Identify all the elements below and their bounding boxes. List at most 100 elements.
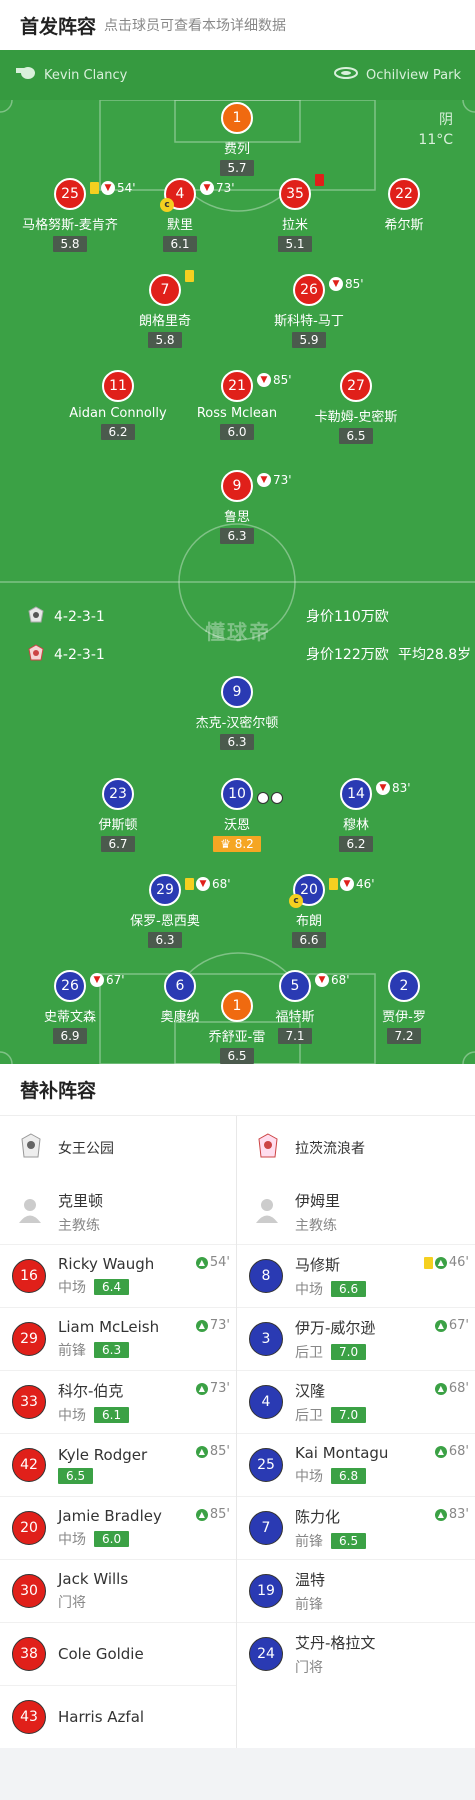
player-name: 费列: [223, 142, 250, 157]
sub-player-info: Jack Wills 门将: [58, 1570, 128, 1612]
sub-player-position: 前锋: [58, 1343, 86, 1359]
sub-player-row[interactable]: 3 伊万-威尔逊 后卫 7.0 ▲ 67': [237, 1307, 475, 1370]
home-subs-column: 女王公园 克里顿 主教练 16 Ricky Waugh 中场 6.4 ▲ 54' 29 Lia…: [0, 1116, 237, 1748]
player-number-text: 26: [61, 978, 79, 994]
sub-player-row[interactable]: 33 科尔-伯克 中场 6.1 ▲ 73': [0, 1370, 236, 1433]
sub-player-number: 42: [12, 1448, 46, 1482]
sub-player-details: 后卫 7.0: [295, 1405, 367, 1425]
player-number: 9: [221, 676, 253, 708]
sub-player-details: 前锋: [295, 1594, 325, 1614]
sub-player-row[interactable]: 29 Liam McLeish 前锋 6.3 ▲ 73': [0, 1307, 236, 1370]
sub-player-number: 24: [249, 1637, 283, 1671]
home-player[interactable]: 22 希尔斯: [334, 178, 474, 233]
sub-player-row[interactable]: 8 马修斯 中场 6.6 ▲ 46': [237, 1244, 475, 1307]
sub-off-icon: ▼: [257, 473, 271, 487]
player-events: [257, 792, 283, 804]
away-player[interactable]: 29 ▼ 68' 保罗-恩西奥 6.3: [95, 874, 235, 948]
sub-player-name: 温特: [295, 1570, 326, 1589]
sub-player-name: Harris Azfal: [58, 1708, 145, 1726]
player-number: 25 ▼ 54': [54, 178, 136, 210]
lineup-header: 首发阵容 点击球员可查看本场详细数据: [0, 0, 475, 50]
home-value: 身价110万欧: [306, 609, 389, 625]
away-formation-text: 4-2-3-1: [54, 647, 105, 663]
rating-value: 8.2: [234, 837, 254, 851]
sub-on-icon: ▲: [195, 1319, 208, 1332]
sub-off-icon: ▼: [90, 973, 104, 987]
home-player[interactable]: 7 朗格里奇 5.8: [95, 270, 235, 348]
sub-player-name: 伊万-威尔逊: [295, 1318, 376, 1337]
player-rating: 5.1: [278, 236, 312, 252]
sub-player-rating: 6.4: [94, 1279, 130, 1295]
player-number: 21 ▼ 85': [221, 370, 292, 402]
sub-player-details: 前锋 6.5: [295, 1531, 367, 1551]
player-name: 布朗: [295, 914, 322, 929]
sub-player-row[interactable]: 19 温特 前锋: [237, 1559, 475, 1622]
sub-player-details: 中场 6.4: [58, 1277, 154, 1297]
player-number-text: 35: [286, 186, 304, 202]
home-coach-row[interactable]: 克里顿 主教练: [0, 1180, 236, 1244]
player-name: 希尔斯: [384, 218, 424, 233]
home-player[interactable]: 27 卡勒姆-史密斯 6.5: [286, 370, 426, 444]
sub-player-row[interactable]: 4 汉隆 后卫 7.0 ▲ 68': [237, 1370, 475, 1433]
captain-icon: c: [160, 198, 174, 212]
home-player[interactable]: 9 ▼ 73' 鲁思 6.3: [167, 470, 307, 544]
home-player[interactable]: 1 费列 5.7: [167, 102, 307, 176]
sub-player-info: Harris Azfal: [58, 1708, 144, 1726]
away-team-row[interactable]: 拉茨流浪者: [237, 1116, 475, 1180]
sub-event: ▲ 73': [195, 1381, 230, 1396]
event-time: 68': [212, 877, 231, 891]
sub-player-number: 43: [12, 1700, 46, 1734]
sub-player-row[interactable]: 25 Kai Montagu 中场 6.8 ▲ 68': [237, 1433, 475, 1496]
sub-player-name: Cole Goldie: [58, 1645, 144, 1663]
player-events: [185, 270, 194, 282]
away-player[interactable]: 9 杰克-汉密尔顿 6.3: [167, 676, 307, 750]
away-team-badge-icon: [28, 644, 44, 666]
sub-player-row[interactable]: 38 Cole Goldie: [0, 1622, 236, 1685]
sub-player-number: 38: [12, 1637, 46, 1671]
sub-player-row[interactable]: 43 Harris Azfal: [0, 1685, 236, 1748]
away-player[interactable]: 14 ▼ 83' 穆林 6.2: [286, 778, 426, 852]
sub-player-rating: 6.8: [331, 1468, 367, 1484]
sub-player-info: 陈力化 前锋 6.5: [295, 1506, 367, 1551]
player-number: 20 ▼ 46' c: [289, 874, 375, 908]
home-player[interactable]: 26 ▼ 85' 斯科特-马丁 5.9: [239, 274, 379, 348]
home-team-row[interactable]: 女王公园: [0, 1116, 236, 1180]
sub-player-row[interactable]: 42 Kyle Rodger 6.5 ▲ 85': [0, 1433, 236, 1496]
sub-player-number: 7: [249, 1511, 283, 1545]
yellow-card-icon: [185, 270, 194, 282]
sub-player-info: Kai Montagu 中场 6.8: [295, 1444, 388, 1486]
player-rating: 6.6: [292, 932, 326, 948]
sub-player-details: 门将: [295, 1657, 375, 1677]
player-number-text: 7: [160, 282, 170, 298]
sub-player-name: 艾丹-格拉文: [295, 1633, 376, 1652]
sub-player-rating: 6.5: [331, 1532, 367, 1549]
away-player[interactable]: 20 ▼ 46' c 布朗 6.6: [239, 874, 379, 948]
sub-player-row[interactable]: 7 陈力化 前锋 6.5 ▲ 83': [237, 1496, 475, 1559]
sub-player-row[interactable]: 24 艾丹-格拉文 门将: [237, 1622, 475, 1685]
player-number: 22: [388, 178, 420, 210]
sub-event: ▲ 85': [195, 1444, 230, 1459]
sub-player-name: Jamie Bradley: [58, 1507, 162, 1525]
away-coach-row[interactable]: 伊姆里 主教练: [237, 1180, 475, 1244]
sub-player-name: 汉隆: [295, 1381, 326, 1400]
player-number-text: 21: [228, 378, 246, 394]
away-player[interactable]: 2 贾伊-罗 7.2: [334, 970, 474, 1044]
sub-player-row[interactable]: 20 Jamie Bradley 中场 6.0 ▲ 85': [0, 1496, 236, 1559]
sub-off-icon: ▼: [376, 781, 390, 795]
stadium-name: Ochilview Park: [365, 67, 461, 83]
away-player[interactable]: 1 乔舒亚-雷 6.5: [167, 990, 307, 1064]
sub-player-row[interactable]: 30 Jack Wills 门将: [0, 1559, 236, 1622]
sub-player-info: Ricky Waugh 中场 6.4: [58, 1255, 154, 1297]
player-rating: 6.2: [339, 836, 373, 852]
sub-event: ▲ 68': [434, 1444, 469, 1459]
sub-player-rating: 7.0: [331, 1343, 367, 1360]
sub-player-position: 中场: [295, 1281, 323, 1298]
sub-player-position: 门将: [58, 1595, 86, 1611]
captain-icon: c: [289, 894, 303, 908]
sub-player-position: 前锋: [295, 1596, 323, 1613]
sub-player-details: 中场 6.8: [295, 1466, 388, 1486]
sub-player-row[interactable]: 16 Ricky Waugh 中场 6.4 ▲ 54': [0, 1244, 236, 1307]
player-rating: ♛ 8.2: [213, 836, 261, 852]
player-rating: 6.2: [101, 424, 135, 440]
player-rating: 6.0: [220, 424, 254, 440]
